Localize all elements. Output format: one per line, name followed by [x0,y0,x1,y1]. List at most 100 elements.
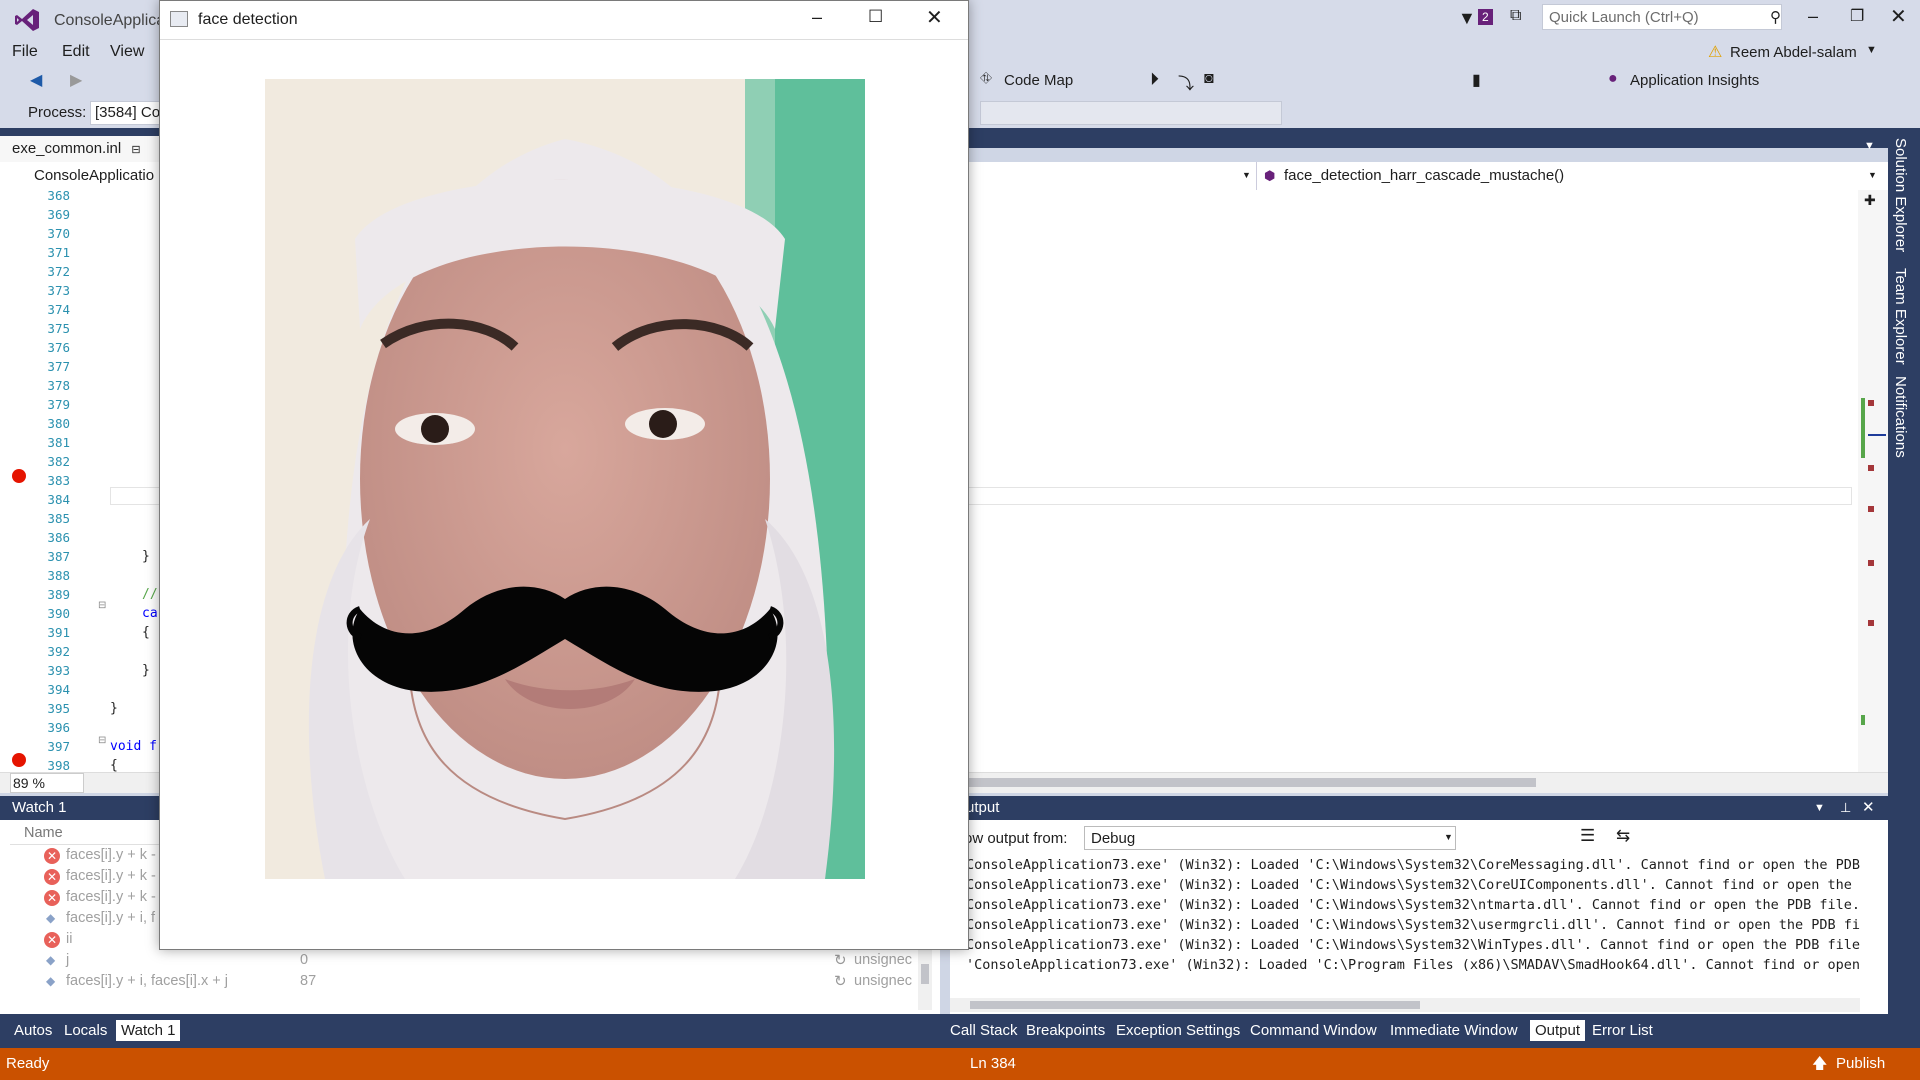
watch-row-name[interactable]: faces[i].y + k - [66,847,156,863]
chevron-down-icon[interactable]: ▼ [1444,832,1453,842]
show-output-label: ow output from: [964,830,1068,847]
output-line: ConsoleApplication73.exe' (Win32): Loade… [966,857,1861,873]
column-name[interactable]: Name [24,825,63,841]
tab-immediate-window[interactable]: Immediate Window [1390,1022,1518,1039]
maximize-button[interactable]: ☐ [868,7,883,27]
tab-call-stack[interactable]: Call Stack [950,1022,1018,1039]
step-icon[interactable]: ⤵ [1178,70,1194,94]
line-number: 393 [47,663,70,678]
refresh-icon[interactable]: ↻ [834,951,847,969]
restore-button[interactable]: ❐ [1850,6,1864,26]
close-button[interactable]: ✕ [1890,4,1907,29]
document-tab-label: exe_common.inl [12,140,122,157]
chevron-down-icon[interactable]: ▼ [1864,140,1875,152]
overview-margin[interactable]: ✚ [1858,190,1888,772]
breakpoint-icon[interactable] [12,469,26,483]
output-source-dropdown[interactable]: Debug [1084,826,1456,850]
refresh-icon[interactable]: ↻ [834,972,847,990]
document-tab[interactable]: exe_common.inl ⊟ [0,136,160,162]
line-number: 380 [47,416,70,431]
scrollbar-thumb[interactable] [966,778,1536,787]
pin-icon[interactable]: ⊥ [1840,796,1851,820]
pin-icon[interactable]: ⊟ [131,144,140,156]
clear-all-icon[interactable]: ☰ [1580,826,1595,846]
line-number: 395 [47,701,70,716]
face-photo [265,79,865,879]
tab-notifications[interactable]: Notifications [1892,376,1909,458]
tab-watch-1[interactable]: Watch 1 [116,1020,181,1041]
search-icon[interactable]: ⚲ [1770,8,1781,26]
collapse-icon[interactable]: ⊟ [98,600,106,611]
face-detection-title-bar[interactable]: face detection – ☐ ✕ [160,1,968,40]
minimize-button[interactable]: – [812,7,822,28]
tab-breakpoints[interactable]: Breakpoints [1026,1022,1105,1039]
watch-row-name[interactable]: j [66,952,69,968]
tab-locals[interactable]: Locals [64,1022,107,1039]
app-insights-button[interactable]: Application Insights [1630,72,1759,89]
tab-output[interactable]: Output [1530,1020,1586,1041]
code-fragment: { [110,758,118,773]
chevron-down-icon[interactable]: ▼ [1242,170,1251,180]
output-horizontal-scrollbar[interactable] [950,998,1860,1012]
watch-row-value[interactable]: 87 [300,973,316,989]
tab-team-explorer[interactable]: Team Explorer [1892,268,1909,365]
face-detection-window[interactable]: face detection – ☐ ✕ [159,0,969,950]
tab-command-window[interactable]: Command Window [1250,1022,1377,1039]
word-wrap-icon[interactable]: ⇆ [1616,826,1630,846]
split-icon[interactable]: ✚ [1864,192,1876,209]
continue-icon[interactable]: ⏵ [1150,69,1159,90]
breakpoint-icon[interactable] [12,753,26,767]
feedback-icon[interactable]: ⧉ [1510,7,1521,25]
tab-exception-settings[interactable]: Exception Settings [1116,1022,1240,1039]
watch-row-name[interactable]: ii [66,931,72,947]
line-number: 396 [47,720,70,735]
collapse-icon[interactable]: ⊟ [98,735,106,746]
publish-button[interactable]: Publish [1836,1048,1885,1080]
chevron-down-icon[interactable]: ▼ [1866,44,1877,56]
watch-row-value[interactable]: 0 [300,952,308,968]
user-name[interactable]: Reem Abdel-salam [1730,44,1857,61]
code-map-icon[interactable]: ⛗ [980,70,992,87]
close-button[interactable]: ✕ [926,5,943,30]
quick-launch-input[interactable]: Quick Launch (Ctrl+Q) [1542,4,1782,30]
line-number: 386 [47,530,70,545]
code-map-button[interactable]: Code Map [1004,72,1073,89]
close-icon[interactable]: ✕ [1862,796,1875,820]
code-fragment: } [142,549,150,564]
camera-icon[interactable]: ◙ [1204,70,1214,88]
menu-file[interactable]: File [12,43,38,61]
filter-icon[interactable]: ▼ [1458,8,1476,29]
chevron-down-icon[interactable]: ▼ [1868,170,1877,180]
watch-row-name[interactable]: faces[i].y + i, f [66,910,155,926]
forward-icon[interactable]: ▶ [70,70,82,90]
bookmark-icon[interactable]: ▮ [1472,70,1481,90]
watch-row-name[interactable]: faces[i].y + k - [66,868,156,884]
menu-view[interactable]: View [110,43,144,61]
tab-error-list[interactable]: Error List [1592,1022,1653,1039]
member-dropdown[interactable]: face_detection_harr_cascade_mustache() [1284,167,1564,184]
chevron-down-icon[interactable]: ▼ [1814,796,1825,820]
project-dropdown[interactable]: ConsoleApplicatio [34,167,154,184]
line-number: 389 [47,587,70,602]
publish-icon[interactable]: 🡅 [1812,1048,1827,1080]
status-text: Ready [6,1055,50,1072]
tab-solution-explorer[interactable]: Solution Explorer [1892,138,1909,252]
scope-dropdown[interactable] [960,162,1257,190]
minimize-button[interactable]: – [1808,6,1818,27]
menu-edit[interactable]: Edit [62,43,90,61]
error-icon: ✕ [44,932,60,948]
zoom-level-dropdown[interactable]: 89 % [10,773,84,793]
stackframe-dropdown[interactable] [980,101,1282,125]
process-dropdown[interactable]: [3584] Co [90,101,166,125]
line-number: 398 [47,758,70,773]
line-number: 376 [47,340,70,355]
back-icon[interactable]: ◀ [30,70,42,90]
error-icon: ✕ [44,848,60,864]
output-line: ConsoleApplication73.exe' (Win32): Loade… [966,937,1861,953]
right-tool-strip: Solution Explorer Team Explorer Notifica… [1888,128,1920,1048]
output-panel-title: utput ▼ ⊥ ✕ [950,796,1888,820]
tab-autos[interactable]: Autos [14,1022,52,1039]
notification-count-badge[interactable]: 2 [1478,9,1493,25]
watch-row-name[interactable]: faces[i].y + i, faces[i].x + j [66,973,228,989]
watch-row-name[interactable]: faces[i].y + k - [66,889,156,905]
